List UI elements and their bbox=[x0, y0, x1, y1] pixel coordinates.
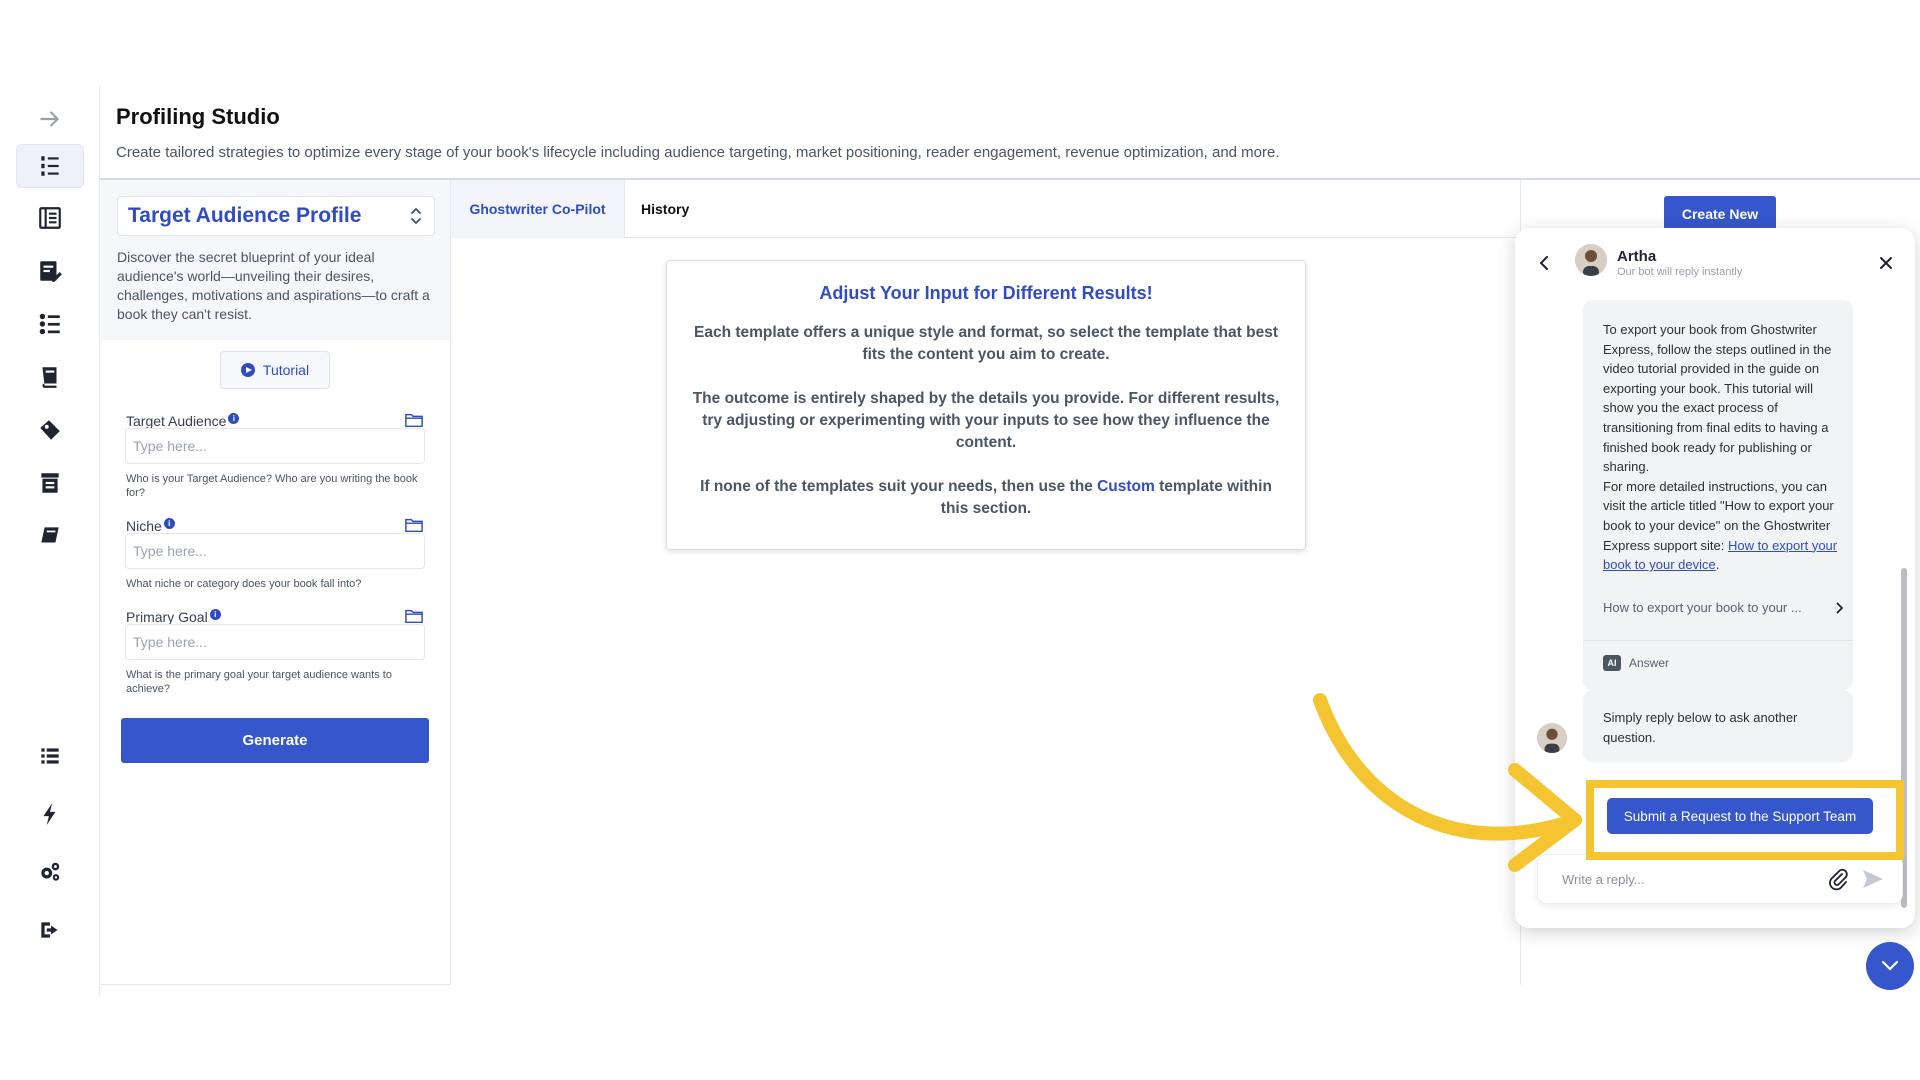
arrow-right-icon bbox=[40, 111, 60, 127]
paperclip-icon[interactable] bbox=[1828, 869, 1848, 891]
book-outline-icon bbox=[39, 207, 61, 229]
profile-description: Discover the secret blueprint of your id… bbox=[117, 249, 430, 322]
chevron-down-icon bbox=[1881, 960, 1899, 971]
niche-input[interactable] bbox=[125, 533, 425, 569]
sidebar-item-tasks[interactable] bbox=[16, 734, 84, 778]
numbered-list-icon bbox=[39, 313, 60, 335]
field-label-niche: Niche i bbox=[126, 518, 175, 534]
primary-goal-input[interactable] bbox=[125, 624, 425, 660]
list-icon bbox=[41, 748, 59, 764]
profiling-list-icon bbox=[41, 156, 59, 176]
field-help-target-audience: Who is your Target Audience? Who are you… bbox=[126, 473, 418, 499]
profile-summary: Target Audience Profile Discover the sec… bbox=[101, 180, 450, 340]
gears-icon bbox=[41, 862, 60, 881]
tabs-bar: Ghostwriter Co-Pilot History bbox=[451, 180, 1520, 238]
generate-button[interactable]: Generate bbox=[121, 718, 429, 763]
field-help-niche: What niche or category does your book fa… bbox=[126, 578, 362, 590]
info-card-paragraph: Each template offers a unique style and … bbox=[694, 324, 1278, 363]
bot-message: Simply reply below to ask another questi… bbox=[1583, 690, 1853, 762]
field-label-primary-goal: Primary Goal i bbox=[126, 609, 221, 625]
edit-doc-icon bbox=[40, 261, 62, 282]
target-audience-input[interactable] bbox=[125, 428, 425, 464]
info-icon[interactable]: i bbox=[209, 609, 221, 620]
tab-ghostwriter-co-pilot[interactable]: Ghostwriter Co-Pilot bbox=[451, 180, 625, 238]
chevron-right-icon bbox=[1836, 601, 1843, 614]
sidebar-item-editor[interactable] bbox=[16, 249, 84, 293]
info-card-paragraph: If none of the templates suit your needs… bbox=[700, 478, 1272, 517]
folder-icon[interactable] bbox=[405, 608, 423, 624]
tutorial-button[interactable]: Tutorial bbox=[220, 351, 330, 389]
book-stack-icon bbox=[42, 367, 57, 388]
article-title: How to export your book to your ... bbox=[1603, 600, 1802, 615]
folder-icon[interactable] bbox=[405, 412, 423, 428]
annotation-highlight bbox=[1586, 780, 1904, 860]
field-help-primary-goal: What is the primary goal your target aud… bbox=[126, 669, 392, 695]
bot-message: To export your book from Ghostwriter Exp… bbox=[1583, 300, 1853, 690]
custom-template-link[interactable]: Custom bbox=[1097, 478, 1155, 495]
play-icon bbox=[240, 363, 255, 377]
page-title: Profiling Studio bbox=[116, 104, 280, 129]
create-new-button[interactable]: Create New bbox=[1664, 196, 1776, 232]
ai-answer-tag: AI Answer bbox=[1603, 655, 1669, 671]
logout-icon bbox=[41, 922, 58, 938]
sidebar-item-chapters[interactable] bbox=[16, 302, 84, 346]
archive-icon bbox=[41, 473, 59, 493]
chevron-left-icon[interactable] bbox=[1537, 256, 1551, 270]
tab-history[interactable]: History bbox=[625, 180, 705, 238]
info-icon[interactable]: i bbox=[228, 413, 240, 424]
book-icon bbox=[41, 527, 59, 543]
sidebar-item-profiling[interactable] bbox=[16, 144, 84, 188]
sidebar-item-quick-actions[interactable] bbox=[16, 792, 84, 836]
field-label-target-audience: Target Audience i bbox=[126, 413, 240, 429]
bot-message-text: To export your book from Ghostwriter Exp… bbox=[1603, 322, 1838, 573]
app-root: Profiling Studio Create tailored strateg… bbox=[0, 0, 1920, 1080]
sidebar-item-logout[interactable] bbox=[16, 908, 84, 952]
folder-icon[interactable] bbox=[405, 517, 423, 533]
sidebar-item-marketing[interactable] bbox=[16, 408, 84, 452]
sidebar-rail bbox=[0, 86, 100, 996]
sidebar-item-library[interactable] bbox=[16, 355, 84, 399]
chat-status: Our bot will reply instantly bbox=[1617, 266, 1743, 278]
article-card[interactable]: How to export your book to your ... bbox=[1603, 600, 1843, 615]
sidebar-item-books[interactable] bbox=[16, 514, 84, 558]
info-card-title: Adjust Your Input for Different Results! bbox=[819, 283, 1153, 303]
info-card: Adjust Your Input for Different Results!… bbox=[666, 260, 1306, 550]
expand-sidebar-button[interactable] bbox=[16, 97, 84, 141]
info-icon[interactable]: i bbox=[163, 518, 175, 529]
chat-agent-name: Artha bbox=[1617, 248, 1657, 265]
sidebar-item-archive[interactable] bbox=[16, 461, 84, 505]
reply-prompt-text: Simply reply below to ask another questi… bbox=[1603, 710, 1798, 745]
tutorial-label: Tutorial bbox=[262, 362, 310, 378]
close-icon[interactable] bbox=[1879, 256, 1893, 270]
sidebar-item-outline[interactable] bbox=[16, 196, 84, 240]
sidebar-item-settings[interactable] bbox=[16, 850, 84, 894]
lightning-icon bbox=[43, 803, 56, 825]
page-subtitle: Create tailored strategies to optimize e… bbox=[116, 144, 1280, 161]
chevron-up-down-icon bbox=[411, 207, 421, 225]
answer-label: Answer bbox=[1629, 656, 1670, 670]
profile-select-label: Target Audience Profile bbox=[128, 204, 362, 227]
tag-icon bbox=[40, 420, 60, 440]
info-card-paragraph: The outcome is entirely shaped by the de… bbox=[692, 390, 1280, 451]
profile-form-panel: Target Audience Profile Discover the sec… bbox=[101, 180, 451, 985]
profile-type-select[interactable]: Target Audience Profile bbox=[117, 196, 435, 236]
divider bbox=[1583, 640, 1853, 641]
chat-toggle-button[interactable] bbox=[1866, 942, 1914, 990]
annotation-arrow-icon bbox=[1313, 693, 1582, 872]
ai-icon: AI bbox=[1603, 655, 1621, 671]
send-icon[interactable] bbox=[1862, 869, 1884, 889]
avatar bbox=[1575, 244, 1607, 276]
